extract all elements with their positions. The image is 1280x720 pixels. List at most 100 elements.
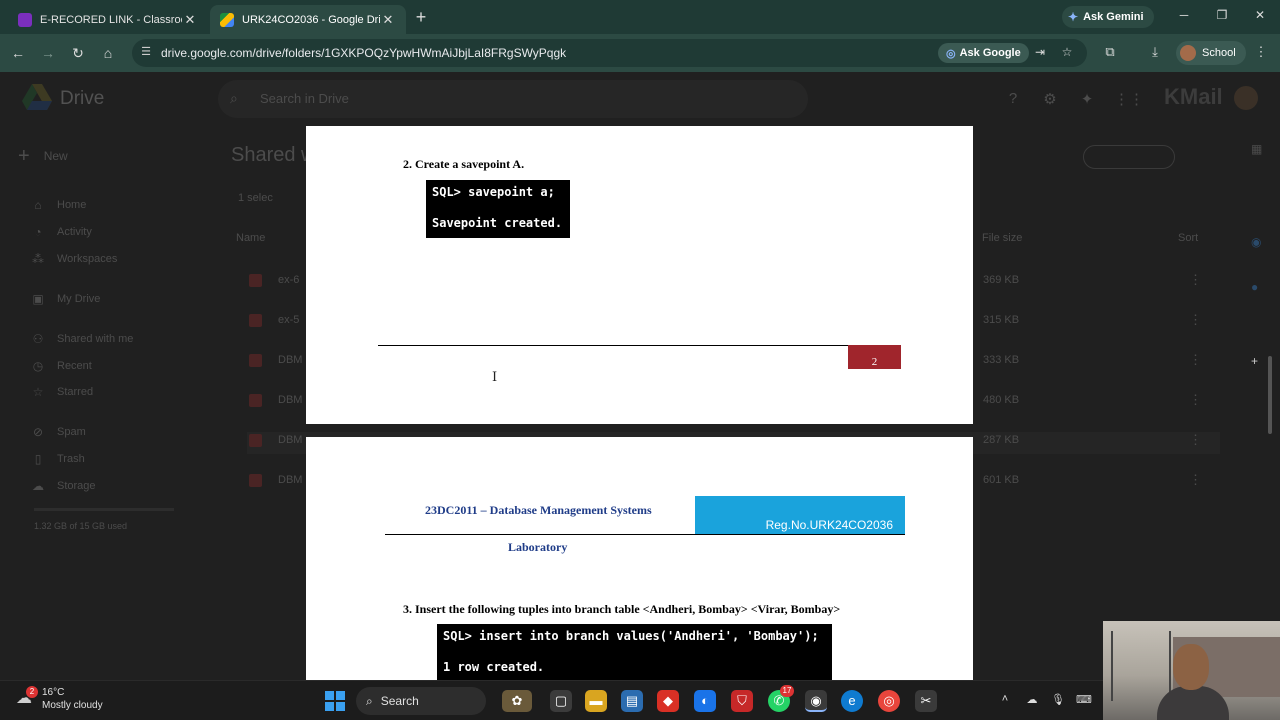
contacts-icon[interactable]: ●: [1251, 280, 1265, 294]
more-actions-icon[interactable]: ⋮: [1189, 472, 1202, 488]
sidebar-item-label: Trash: [57, 453, 85, 465]
view-toggle[interactable]: [1083, 145, 1175, 169]
storage-usage-bar: [34, 508, 174, 511]
keyboard-icon[interactable]: ⌨: [1076, 693, 1092, 706]
ask-google-button[interactable]: ◎ Ask Google: [938, 43, 1029, 63]
sidebar-item-my-drive[interactable]: ▣ My Drive: [30, 292, 100, 306]
close-tab-icon[interactable]: ✕: [380, 12, 396, 28]
sidebar-item-label: Activity: [57, 226, 92, 238]
sidebar-item-workspaces[interactable]: ⁂ Workspaces: [30, 252, 117, 266]
more-actions-icon[interactable]: ⋮: [1189, 432, 1202, 448]
forward-icon[interactable]: →: [38, 43, 58, 63]
pdf-page-1: 2. Create a savepoint A. SQL> savepoint …: [306, 126, 973, 424]
more-actions-icon[interactable]: ⋮: [1189, 352, 1202, 368]
settings-gear-icon[interactable]: ⚙: [1041, 90, 1059, 108]
sort-button[interactable]: Sort: [1178, 232, 1198, 244]
help-icon[interactable]: ?: [1004, 90, 1022, 108]
sidebar-item-label: Home: [57, 199, 87, 211]
cloud-icon: ☁: [32, 479, 44, 493]
onedrive-icon[interactable]: ☁: [1024, 693, 1040, 706]
sidebar-item-shared[interactable]: ⚇ Shared with me: [30, 332, 134, 346]
microphone-icon[interactable]: 🎙: [1050, 693, 1066, 706]
code-block: SQL> insert into branch values('Andheri'…: [437, 624, 832, 680]
account-avatar[interactable]: [1234, 86, 1258, 110]
minimize-button[interactable]: ─: [1174, 8, 1194, 22]
more-actions-icon[interactable]: ⋮: [1189, 312, 1202, 328]
sidebar-item-label: Recent: [57, 360, 92, 372]
code-line: SQL> savepoint a;: [432, 185, 555, 199]
tab-search-icon[interactable]: ⧉: [1101, 44, 1119, 62]
column-header-name[interactable]: Name: [236, 232, 265, 244]
file-size: 333 KB: [983, 354, 1020, 366]
brand-watermark: KMail: [1164, 84, 1223, 109]
profile-label: School: [1202, 47, 1236, 59]
sidebar-item-recent[interactable]: ◷ Recent: [30, 359, 92, 373]
url-text[interactable]: drive.google.com/drive/folders/1GXKPOQzY…: [161, 46, 566, 60]
store-icon[interactable]: ▤: [621, 690, 643, 712]
start-button[interactable]: [325, 691, 345, 711]
more-actions-icon[interactable]: ⋮: [1189, 272, 1202, 288]
sidebar-item-trash[interactable]: ▯ Trash: [30, 452, 85, 466]
downloads-icon[interactable]: ⤓: [1146, 44, 1164, 62]
gemini-sparkle-icon[interactable]: ✦: [1078, 90, 1096, 108]
ask-gemini-button[interactable]: ✦ Ask Gemini: [1062, 6, 1154, 28]
sidebar-item-spam[interactable]: ⊘ Spam: [30, 425, 86, 439]
reload-icon[interactable]: ↻: [68, 43, 88, 63]
site-info-icon[interactable]: ☰: [138, 45, 154, 61]
close-window-button[interactable]: ✕: [1250, 8, 1270, 22]
maximize-button[interactable]: ❐: [1212, 8, 1232, 22]
file-explorer-icon[interactable]: ▬: [585, 690, 607, 712]
weather-widget[interactable]: ☁ 2 16°C Mostly cloudy: [16, 686, 103, 712]
edge-icon[interactable]: e: [841, 690, 863, 712]
file-name: DBM: [278, 394, 303, 406]
drive-icon: [220, 12, 234, 27]
chrome-canary-icon[interactable]: ◐: [694, 690, 716, 712]
drive-search-box[interactable]: ⌕ Search in Drive: [218, 80, 808, 118]
star-icon: ☆: [32, 385, 44, 399]
storage-usage-text: 1.32 GB of 15 GB used: [34, 521, 128, 531]
drive-icon: ▣: [32, 292, 44, 306]
address-bar[interactable]: ☰ drive.google.com/drive/folders/1GXKPOQ…: [132, 39, 1087, 67]
code-line: Savepoint created.: [432, 216, 563, 230]
tab-google-drive[interactable]: URK24CO2036 - Google Drive ✕: [210, 5, 406, 34]
clock-icon: ◷: [32, 359, 44, 373]
new-tab-button[interactable]: +: [410, 7, 432, 29]
menu-icon[interactable]: ⋮: [1252, 44, 1270, 62]
home-icon[interactable]: ⌂: [98, 43, 118, 63]
sidebar-item-home[interactable]: ⌂ Home: [30, 198, 86, 212]
close-tab-icon[interactable]: ✕: [182, 12, 198, 28]
profile-button[interactable]: School: [1176, 41, 1246, 65]
whatsapp-badge: 17: [780, 685, 794, 697]
back-icon[interactable]: ←: [8, 43, 28, 63]
sidebar-item-starred[interactable]: ☆ Starred: [30, 385, 93, 399]
more-actions-icon[interactable]: ⋮: [1189, 392, 1202, 408]
mcafee-icon[interactable]: ⛉: [731, 690, 753, 712]
reg-number: Reg.No.URK24CO2036: [765, 518, 893, 532]
scrollbar[interactable]: [1268, 356, 1272, 434]
new-button[interactable]: + New: [18, 142, 114, 170]
snipping-tool-icon[interactable]: ✂: [915, 690, 937, 712]
sidebar-item-storage[interactable]: ☁ Storage: [30, 479, 96, 493]
people-icon: ⚇: [32, 332, 44, 346]
chrome-active-icon[interactable]: ◉: [805, 690, 827, 712]
red-app-icon[interactable]: ◆: [657, 690, 679, 712]
bookmark-star-icon[interactable]: ☆: [1059, 45, 1075, 61]
calendar-icon[interactable]: ▦: [1251, 142, 1265, 156]
column-header-size[interactable]: File size: [982, 232, 1022, 244]
taskbar-search[interactable]: ⌕ Search: [356, 687, 486, 715]
search-highlight-icon[interactable]: ✿: [502, 690, 532, 712]
install-app-icon[interactable]: ⇥: [1032, 45, 1048, 61]
notification-badge: 2: [26, 686, 38, 698]
chrome-icon[interactable]: ◎: [878, 690, 900, 712]
add-panel-icon[interactable]: +: [1251, 354, 1265, 368]
tasks-icon[interactable]: ◉: [1251, 235, 1265, 249]
tab-classroom[interactable]: E-RECORED LINK - Classroom ✕: [8, 5, 208, 34]
sidebar-item-activity[interactable]: ◔ Activity: [30, 225, 92, 239]
tray-overflow-icon[interactable]: ˄: [997, 693, 1013, 705]
search-icon: ⌕: [366, 693, 373, 708]
file-name: DBM: [278, 354, 303, 366]
selection-count: 1 selec: [238, 192, 273, 204]
apps-grid-icon[interactable]: ⋮⋮: [1114, 90, 1144, 108]
task-view-icon[interactable]: ▢: [550, 690, 572, 712]
browser-tab-strip: E-RECORED LINK - Classroom ✕ URK24CO2036…: [0, 0, 1280, 34]
